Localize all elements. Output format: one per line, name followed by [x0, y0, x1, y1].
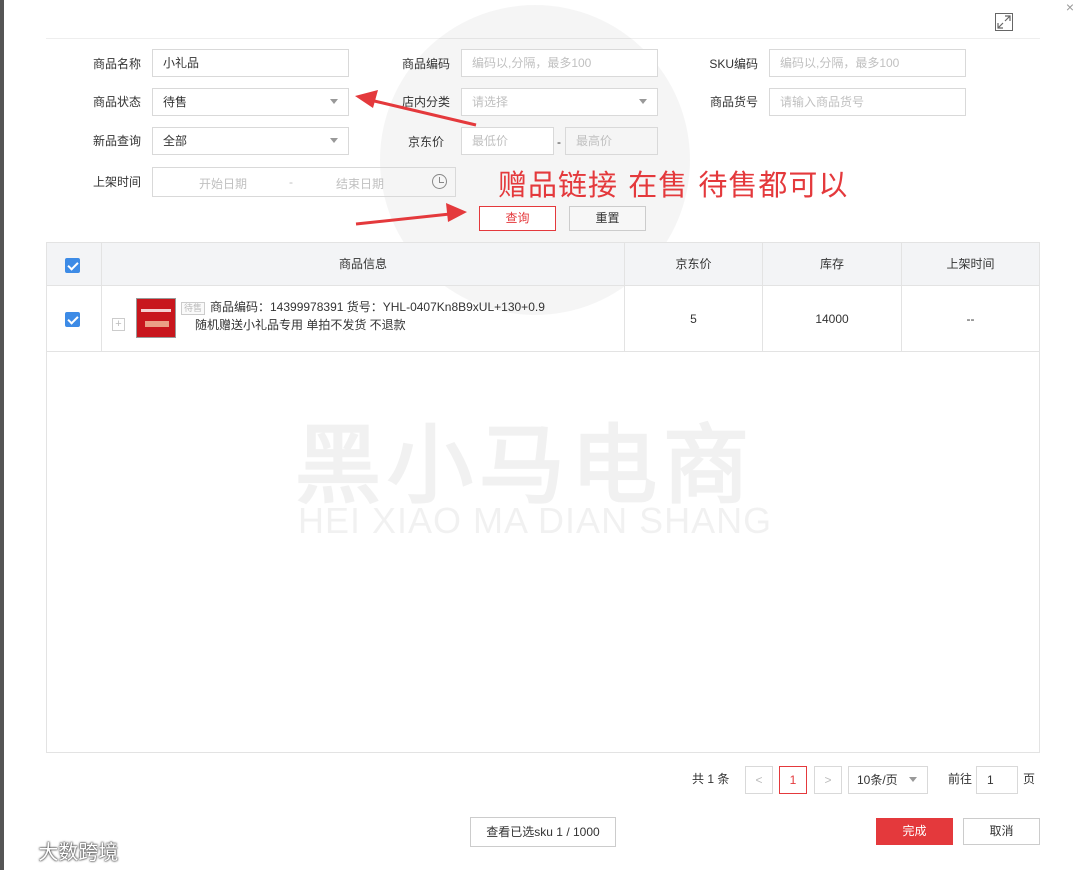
sku-input[interactable]: 编码以,分隔，最多100 [769, 49, 966, 77]
category-select[interactable]: 请选择 [461, 88, 658, 116]
date-label: 上架时间 [92, 175, 141, 189]
price-cell: 5 [624, 286, 762, 352]
status-label: 商品状态 [92, 95, 141, 109]
product-info-cell: + 待售 商品编码：14399978391 货号：YHL-0407Kn8B9xU… [101, 286, 624, 352]
date-start[interactable]: 开始日期 [199, 175, 247, 192]
chevron-down-icon [639, 99, 647, 104]
cancel-button[interactable]: 取消 [963, 818, 1040, 845]
status-select[interactable]: 待售 [152, 88, 349, 116]
view-selected-button[interactable]: 查看已选sku 1 / 1000 [470, 817, 616, 847]
brand-watermark: 大数跨境 [8, 836, 118, 865]
page-size-value: 10条/页 [857, 773, 898, 787]
table-header: 商品信息 京东价 库存 上架时间 [47, 243, 1039, 286]
product-code-line: 商品编码：14399978391 货号：YHL-0407Kn8B9xUL+130… [210, 300, 545, 314]
expand-row-icon[interactable]: + [112, 318, 125, 331]
date-end[interactable]: 结束日期 [336, 175, 384, 192]
clock-icon [432, 174, 447, 189]
select-all-checkbox[interactable] [65, 258, 80, 273]
chevron-down-icon [909, 777, 917, 782]
goto-label: 前往 [948, 772, 973, 786]
category-label: 店内分类 [401, 95, 450, 109]
price-min-input[interactable]: 最低价 [461, 127, 554, 155]
code-input[interactable]: 编码以,分隔，最多100 [461, 49, 658, 77]
reset-button[interactable]: 重置 [569, 206, 646, 231]
header-shelf-time: 上架时间 [901, 243, 1039, 286]
status-badge: 待售 [181, 302, 206, 315]
page-1-button[interactable]: 1 [779, 766, 807, 794]
goto-page-input[interactable]: 1 [976, 766, 1018, 794]
new-label: 新品查询 [92, 134, 141, 148]
new-select-value: 全部 [163, 134, 188, 148]
header-price: 京东价 [624, 243, 762, 286]
done-button[interactable]: 完成 [876, 818, 953, 845]
item-no-input[interactable]: 请输入商品货号 [769, 88, 966, 116]
next-page-button[interactable]: > [814, 766, 842, 794]
category-select-placeholder: 请选择 [472, 95, 509, 109]
page-unit-label: 页 [1023, 772, 1036, 786]
chevron-down-icon [330, 99, 338, 104]
new-select[interactable]: 全部 [152, 127, 349, 155]
window-edge [0, 0, 4, 870]
header-product-info: 商品信息 [101, 243, 624, 286]
item-no-label: 商品货号 [709, 95, 758, 109]
stock-cell: 14000 [762, 286, 901, 352]
product-table: 商品信息 京东价 库存 上架时间 + 待售 商品编码：14399978391 货… [46, 242, 1040, 753]
row-checkbox[interactable] [65, 312, 80, 327]
annotation-text: 赠品链接 在售 待售都可以 [498, 168, 849, 202]
product-name-line: 随机赠送小礼品专用 单拍不发货 不退款 [195, 318, 406, 332]
name-label: 商品名称 [92, 57, 141, 71]
price-separator: - [557, 135, 561, 149]
date-range-picker[interactable]: 开始日期 - 结束日期 [152, 167, 456, 197]
header-stock: 库存 [762, 243, 901, 286]
product-thumbnail [136, 298, 176, 338]
price-label: 京东价 [407, 135, 444, 149]
prev-page-button[interactable]: < [745, 766, 773, 794]
query-button[interactable]: 查询 [479, 206, 556, 231]
sku-label: SKU编码 [709, 57, 758, 71]
name-input[interactable]: 小礼品 [152, 49, 349, 77]
price-max-input[interactable]: 最高价 [565, 127, 658, 155]
close-icon[interactable]: × [1066, 0, 1074, 14]
chevron-down-icon [330, 138, 338, 143]
weibo-icon [9, 843, 30, 861]
page-size-select[interactable]: 10条/页 [848, 766, 928, 794]
code-label: 商品编码 [401, 57, 450, 71]
fullscreen-icon[interactable] [995, 13, 1013, 31]
date-separator: - [289, 175, 293, 189]
brand-text: 大数跨境 [38, 840, 119, 864]
table-row[interactable]: + 待售 商品编码：14399978391 货号：YHL-0407Kn8B9xU… [47, 286, 1039, 352]
pagination-total: 共 1 条 [692, 772, 730, 786]
status-select-value: 待售 [163, 95, 188, 109]
shelf-time-cell: -- [901, 286, 1039, 352]
